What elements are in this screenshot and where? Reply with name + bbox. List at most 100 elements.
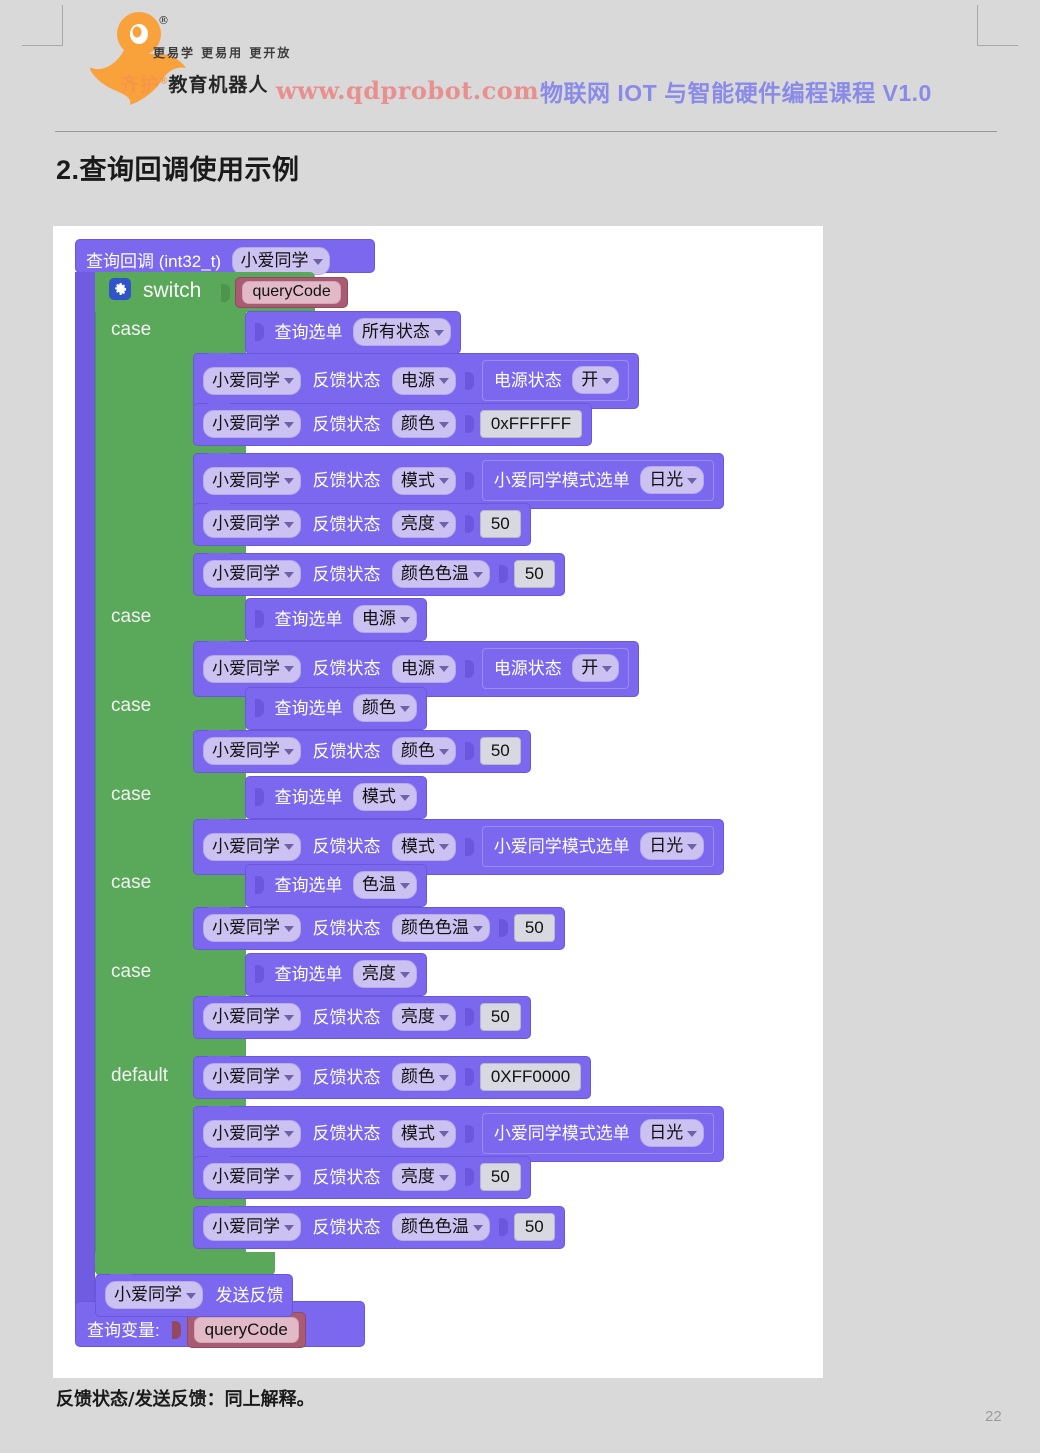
block-query-callback-hat[interactable]: 查询回调 (int32_t) 小爱同学 — [75, 239, 375, 275]
device-dropdown[interactable]: 小爱同学 — [203, 466, 301, 495]
property-dropdown[interactable]: 颜色 — [391, 1063, 456, 1091]
number-value[interactable]: 50 — [513, 1213, 555, 1241]
inner-menu-block[interactable]: 电源状态 开 — [481, 360, 630, 401]
hat-device-dropdown[interactable]: 小爱同学 — [231, 247, 330, 275]
device-dropdown[interactable]: 小爱同学 — [203, 1063, 301, 1091]
feedback-statement[interactable]: 小爱同学 反馈状态 亮度 50 — [193, 1156, 531, 1199]
action-label: 反馈状态 — [312, 1167, 381, 1187]
switch-value-block[interactable]: queryCode — [235, 277, 348, 308]
feedback-statement[interactable]: 小爱同学 反馈状态 亮度 50 — [193, 503, 531, 546]
inner-menu-label: 小爱同学模式选单 — [493, 836, 630, 856]
inner-menu-block[interactable]: 小爱同学模式选单 日光 — [481, 460, 715, 501]
property-dropdown[interactable]: 电源 — [391, 654, 456, 683]
case-keyword: case — [111, 961, 152, 982]
chevron-down-icon — [438, 748, 449, 755]
inner-menu-block[interactable]: 小爱同学模式选单 日光 — [481, 826, 715, 867]
feedback-statement[interactable]: 小爱同学 反馈状态 颜色色温 50 — [193, 1206, 565, 1249]
case-selector-dropdown[interactable]: 所有状态 — [352, 318, 451, 346]
device-dropdown[interactable]: 小爱同学 — [203, 832, 301, 861]
property-dropdown[interactable]: 模式 — [391, 832, 456, 861]
device-dropdown[interactable]: 小爱同学 — [203, 914, 301, 942]
number-value[interactable]: 50 — [479, 737, 521, 765]
device-dropdown[interactable]: 小爱同学 — [203, 510, 301, 538]
case-selector-dropdown[interactable]: 色温 — [352, 871, 417, 899]
inner-menu-dropdown[interactable]: 开 — [572, 654, 620, 682]
value-notch — [465, 515, 475, 533]
property-dropdown[interactable]: 颜色 — [391, 737, 456, 765]
feedback-statement[interactable]: 小爱同学 反馈状态 模式 小爱同学模式选单 日光 — [193, 453, 725, 509]
gear-icon[interactable] — [109, 278, 131, 300]
device-dropdown[interactable]: 小爱同学 — [203, 1119, 301, 1148]
device-dropdown[interactable]: 小爱同学 — [105, 1281, 203, 1309]
device-dropdown[interactable]: 小爱同学 — [203, 366, 301, 395]
feedback-statement[interactable]: 小爱同学 反馈状态 颜色色温 50 — [193, 907, 565, 950]
number-value[interactable]: 50 — [513, 914, 555, 942]
feedback-statement[interactable]: 小爱同学 反馈状态 颜色 0xFFFFFF — [193, 403, 593, 446]
query-variable-row[interactable]: 查询变量: queryCode — [87, 1312, 306, 1348]
query-variable-value-block[interactable]: queryCode — [186, 1312, 306, 1348]
inner-menu-dropdown[interactable]: 日光 — [640, 1119, 705, 1147]
case-selector-row[interactable]: 查询选单 模式 — [245, 776, 427, 819]
switch-value-slot[interactable]: queryCode — [221, 277, 348, 308]
property-dropdown[interactable]: 模式 — [391, 1119, 456, 1148]
figure-caption: 反馈状态/发送反馈：同上解释。 — [56, 1389, 315, 1410]
device-dropdown[interactable]: 小爱同学 — [203, 1213, 301, 1241]
value-notch — [465, 742, 475, 760]
inner-menu-label: 小爱同学模式选单 — [493, 1123, 630, 1143]
property-dropdown[interactable]: 颜色色温 — [391, 560, 490, 588]
property-dropdown[interactable]: 颜色色温 — [391, 914, 490, 942]
case-selector-dropdown[interactable]: 电源 — [352, 605, 417, 633]
device-dropdown[interactable]: 小爱同学 — [203, 737, 301, 765]
site-url: www.qdprobot.com — [276, 76, 540, 105]
feedback-statement[interactable]: 小爱同学 反馈状态 颜色 50 — [193, 730, 531, 773]
inner-menu-dropdown[interactable]: 开 — [572, 366, 620, 394]
property-dropdown[interactable]: 电源 — [391, 366, 456, 395]
feedback-statement[interactable]: 小爱同学 反馈状态 颜色色温 50 — [193, 553, 565, 596]
device-dropdown[interactable]: 小爱同学 — [203, 1003, 301, 1031]
number-value[interactable]: 50 — [479, 1163, 521, 1191]
device-dropdown[interactable]: 小爱同学 — [203, 410, 301, 438]
case-selector-dropdown[interactable]: 亮度 — [352, 960, 417, 988]
device-dropdown[interactable]: 小爱同学 — [203, 1163, 301, 1191]
number-value[interactable]: 0xFFFFFF — [479, 410, 583, 438]
case-selector-dropdown[interactable]: 颜色 — [352, 694, 417, 722]
inner-menu-dropdown[interactable]: 日光 — [640, 466, 705, 494]
value-notch — [465, 1168, 475, 1186]
property-dropdown[interactable]: 亮度 — [391, 510, 456, 538]
chevron-down-icon — [284, 1174, 294, 1181]
block-nub — [208, 1156, 230, 1161]
chevron-down-icon — [284, 748, 294, 755]
property-dropdown[interactable]: 模式 — [391, 466, 456, 495]
number-value[interactable]: 50 — [513, 560, 555, 588]
case-selector-row[interactable]: 查询选单 色温 — [245, 864, 427, 907]
property-dropdown[interactable]: 颜色色温 — [391, 1213, 490, 1241]
send-feedback-statement[interactable]: 小爱同学 发送反馈 — [95, 1274, 294, 1317]
case-keyword: case — [111, 319, 152, 340]
chevron-down-icon — [284, 925, 294, 932]
property-dropdown[interactable]: 颜色 — [391, 410, 456, 438]
inner-menu-dropdown[interactable]: 日光 — [640, 832, 705, 860]
chevron-down-icon — [687, 1130, 698, 1137]
feedback-statement[interactable]: 小爱同学 反馈状态 颜色 0XFF0000 — [193, 1056, 592, 1099]
feedback-statement[interactable]: 小爱同学 反馈状态 亮度 50 — [193, 996, 531, 1039]
device-dropdown[interactable]: 小爱同学 — [203, 654, 301, 683]
number-value[interactable]: 0XFF0000 — [479, 1063, 582, 1091]
property-dropdown[interactable]: 亮度 — [391, 1003, 456, 1031]
device-dropdown[interactable]: 小爱同学 — [203, 560, 301, 588]
device-value: 小爱同学 — [212, 836, 280, 856]
case-selector-row[interactable]: 查询选单 电源 — [245, 598, 427, 641]
number-value[interactable]: 50 — [479, 1003, 521, 1031]
case-selector-dropdown[interactable]: 模式 — [352, 783, 417, 811]
inner-menu-block[interactable]: 电源状态 开 — [481, 648, 630, 689]
case-selector-row[interactable]: 查询选单 所有状态 — [245, 311, 461, 354]
logo-brand-name: 齐护®教育机器人 — [120, 70, 268, 97]
inner-menu-block[interactable]: 小爱同学模式选单 日光 — [481, 1113, 715, 1154]
feedback-statement[interactable]: 小爱同学 反馈状态 电源 电源状态 开 — [193, 353, 640, 409]
case-selector-value: 模式 — [361, 787, 396, 806]
property-dropdown[interactable]: 亮度 — [391, 1163, 456, 1191]
chevron-down-icon — [284, 1224, 294, 1231]
feedback-statement[interactable]: 小爱同学 反馈状态 模式 小爱同学模式选单 日光 — [193, 1106, 725, 1162]
number-value[interactable]: 50 — [479, 510, 521, 538]
case-selector-row[interactable]: 查询选单 亮度 — [245, 953, 427, 996]
case-selector-row[interactable]: 查询选单 颜色 — [245, 687, 427, 730]
